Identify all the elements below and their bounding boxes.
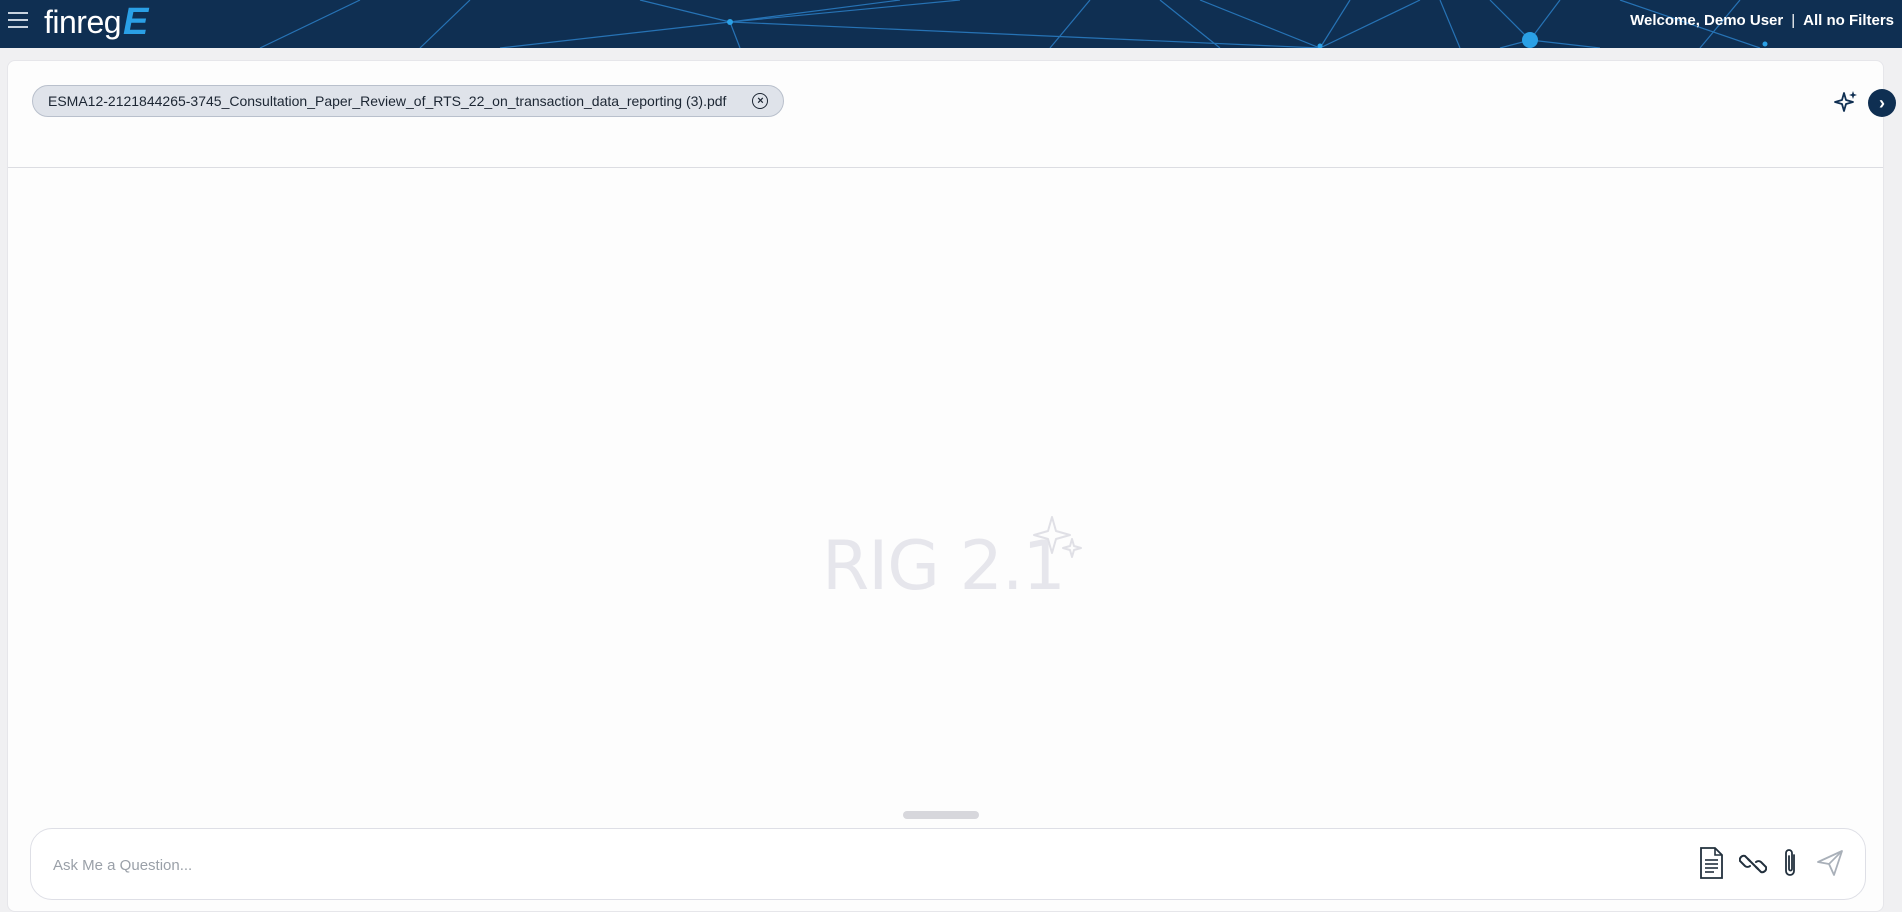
hamburger-icon — [8, 12, 28, 14]
sparkle-icon — [1834, 91, 1857, 112]
header-divider — [8, 167, 1883, 168]
chat-panel: ESMA12-2121844265-3745_Consultation_Pape… — [7, 60, 1896, 912]
send-icon[interactable] — [1816, 849, 1844, 882]
link-icon[interactable] — [1738, 851, 1768, 882]
finrege-logo: finreg E — [44, 1, 148, 41]
paperclip-icon[interactable] — [1781, 847, 1799, 884]
watermark-text: RIG 2.1 — [822, 527, 1066, 606]
resize-handle[interactable] — [903, 811, 979, 819]
attached-file-chip: ESMA12-2121844265-3745_Consultation_Pape… — [32, 85, 785, 117]
logo-letter: E — [123, 1, 148, 43]
menu-button[interactable] — [0, 0, 36, 40]
welcome-text: Welcome, Demo User — [1630, 12, 1784, 29]
sparkle-icon — [1033, 516, 1082, 558]
attached-file-name: ESMA12-2121844265-3745_Consultation_Pape… — [48, 93, 727, 109]
user-area: Welcome, Demo User | All no Filters — [1630, 12, 1894, 29]
top-header: finreg E Welcome, Demo User | All no Fil… — [0, 0, 1902, 48]
logo-word: finreg — [44, 4, 122, 40]
rig-watermark: RIG 2.1 — [822, 459, 1122, 609]
assistant-sparkle-button[interactable] — [1833, 89, 1859, 120]
network-background — [259, 0, 1768, 48]
question-input[interactable] — [51, 851, 1655, 879]
filter-link[interactable]: All no Filters — [1803, 12, 1894, 29]
expand-panel-button[interactable]: › — [1868, 89, 1896, 117]
composer — [30, 828, 1866, 900]
chevron-right-icon: › — [1879, 92, 1885, 113]
close-circle-icon[interactable]: × — [752, 93, 769, 109]
document-icon[interactable] — [1698, 847, 1724, 884]
header-separator: | — [1791, 12, 1796, 29]
